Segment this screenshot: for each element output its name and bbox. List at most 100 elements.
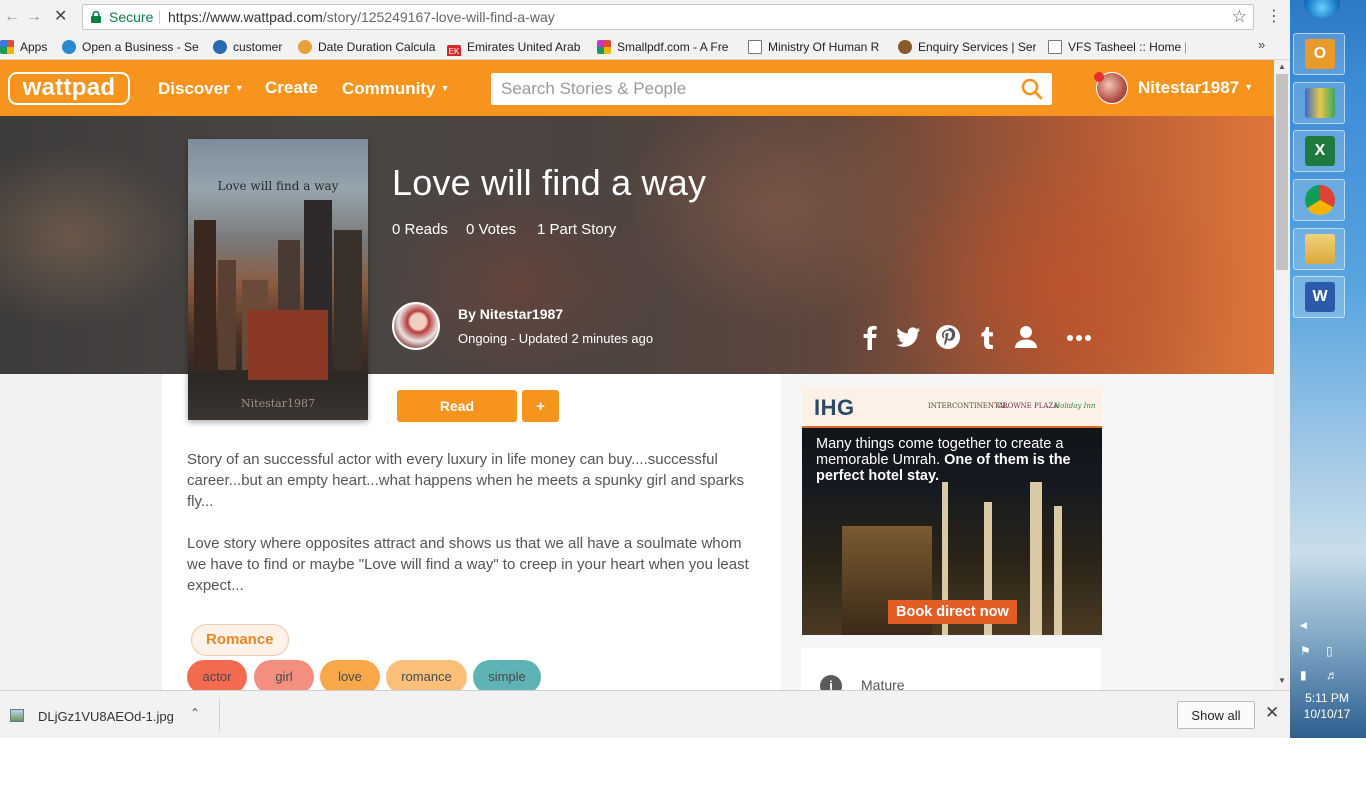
power-icon[interactable]: ▯	[1326, 644, 1333, 658]
tag-girl[interactable]: girl	[254, 660, 314, 694]
screen-bottom-margin	[0, 738, 1366, 792]
facebook-icon[interactable]	[856, 323, 884, 351]
read-button[interactable]: Read	[397, 390, 517, 422]
folder-icon	[1305, 234, 1335, 264]
bookmark-smallpdf[interactable]: Smallpdf.com - A Fre	[597, 38, 735, 56]
nav-create-label: Create	[265, 78, 318, 97]
caret-down-icon: ▼	[234, 83, 244, 93]
volume-icon[interactable]: ♬	[1326, 668, 1338, 682]
taskbar-chrome[interactable]	[1293, 179, 1345, 221]
chevron-up-icon[interactable]: ⌃	[190, 706, 200, 720]
more-icon[interactable]	[1065, 323, 1093, 351]
tag-romance[interactable]: romance	[386, 660, 467, 694]
address-bar[interactable]: Secure https://www.wattpad.com/story/125…	[82, 4, 1254, 30]
nav-create[interactable]: Create	[265, 78, 318, 98]
screen: ← → ✕ Secure https://www.wattpad.com/sto…	[0, 0, 1366, 792]
bookmark-enquiry[interactable]: Enquiry Services | Ser	[898, 38, 1036, 56]
genre-tag-romance[interactable]: Romance	[191, 624, 289, 656]
search-input[interactable]	[491, 73, 1011, 105]
page-icon	[748, 40, 762, 54]
bookmark-emirates[interactable]: EK Emirates United Arab	[447, 38, 585, 56]
bookmark-label: Ministry Of Human R	[768, 40, 880, 54]
search-icon[interactable]	[1021, 78, 1043, 100]
book-direct-button[interactable]: Book direct now	[888, 600, 1017, 624]
user-menu[interactable]: Nitestar1987 ▼	[1138, 78, 1253, 98]
ad-brand-strip: IHG INTERCONTINENTAL CROWNE PLAZA Holida…	[802, 386, 1102, 428]
ad-minaret	[1030, 482, 1042, 635]
show-all-downloads-button[interactable]: Show all	[1177, 701, 1255, 729]
download-bar: DLjGz1VU8AEOd-1.jpg ⌃ Show all ✕	[0, 690, 1290, 738]
chrome-icon	[1305, 185, 1335, 215]
leaf-icon	[62, 40, 76, 54]
tag-simple[interactable]: simple	[473, 660, 541, 694]
downloaded-file-name[interactable]: DLjGz1VU8AEOd-1.jpg	[38, 709, 174, 724]
story-title: Love will find a way	[392, 162, 707, 203]
emblem-icon	[898, 40, 912, 54]
stop-loading-icon[interactable]: ✕	[54, 8, 67, 26]
taskbar-explorer[interactable]	[1293, 228, 1345, 270]
bookmark-label: Open a Business - Se	[82, 40, 199, 54]
excel-icon: X	[1305, 136, 1335, 166]
profile-icon[interactable]	[1012, 323, 1040, 351]
smallpdf-icon	[597, 40, 611, 54]
cover-building	[218, 260, 236, 370]
chrome-menu-icon[interactable]: ⋮	[1266, 6, 1282, 26]
taskbar-outlook[interactable]: O	[1293, 33, 1345, 75]
author-avatar[interactable]	[392, 302, 440, 350]
bookmark-apps[interactable]: Apps	[0, 38, 56, 56]
scrollbar-thumb[interactable]	[1276, 74, 1288, 270]
nav-discover-label: Discover	[158, 79, 230, 98]
bookmarks-overflow-icon[interactable]: »	[1258, 37, 1265, 52]
clock-time: 5:11 PM	[1305, 691, 1349, 705]
tumblr-icon[interactable]	[973, 323, 1001, 351]
url-host: https://www.wattpad.com	[168, 9, 323, 25]
outlook-icon: O	[1305, 39, 1335, 69]
pinterest-icon[interactable]	[934, 323, 962, 351]
forward-arrow-icon[interactable]: →	[26, 8, 42, 26]
dots-icon	[298, 40, 312, 54]
bookmark-date-duration[interactable]: Date Duration Calcula	[298, 38, 436, 56]
bookmark-label: Date Duration Calcula	[318, 40, 436, 54]
bookmark-ministry[interactable]: Ministry Of Human R	[748, 38, 886, 56]
browser-toolbar: ← → ✕ Secure https://www.wattpad.com/sto…	[0, 0, 1290, 34]
tray-expand-icon[interactable]: ◀	[1300, 620, 1307, 631]
bookmark-label: Emirates United Arab	[467, 40, 581, 54]
caret-down-icon: ▼	[440, 83, 450, 93]
notification-dot	[1094, 72, 1104, 82]
bookmark-customer[interactable]: customer	[213, 38, 293, 56]
bar-chart-icon	[1305, 88, 1335, 118]
tag-love[interactable]: love	[320, 660, 380, 694]
omnibox-separator	[159, 10, 160, 24]
bookmark-vfs[interactable]: VFS Tasheel :: Home |	[1048, 38, 1186, 56]
scroll-up-arrow-icon[interactable]: ▲	[1278, 62, 1286, 71]
twitter-icon[interactable]	[894, 323, 922, 351]
image-file-icon	[10, 709, 24, 722]
bookmark-star-icon[interactable]: ☆	[1232, 5, 1247, 29]
story-cover[interactable]: Love will find a way Nitestar1987	[188, 139, 368, 420]
bookmark-open-business[interactable]: Open a Business - Se	[62, 38, 200, 56]
story-status: Ongoing - Updated 2 minutes ago	[458, 331, 654, 346]
wattpad-logo[interactable]: wattpad	[8, 72, 130, 105]
ek-icon: EK	[447, 45, 461, 56]
site-header: wattpad Discover ▼ Create Community ▼ Nite…	[0, 60, 1274, 116]
ad-brand-intercontinental: INTERCONTINENTAL	[928, 402, 1008, 410]
lock-icon	[91, 11, 101, 23]
back-arrow-icon[interactable]: ←	[4, 8, 20, 26]
add-to-library-button[interactable]: +	[522, 390, 559, 422]
taskbar-word[interactable]: W	[1293, 276, 1345, 318]
taskbar-chart-app[interactable]	[1293, 82, 1345, 124]
taskbar-clock[interactable]: 5:11 PM 10/10/17	[1292, 690, 1362, 722]
nav-discover[interactable]: Discover ▼	[158, 78, 244, 99]
author-name[interactable]: By Nitestar1987	[458, 306, 563, 322]
taskbar-excel[interactable]: X	[1293, 130, 1345, 172]
bookmark-label: Apps	[20, 40, 48, 54]
scroll-down-arrow-icon[interactable]: ▼	[1278, 676, 1286, 685]
action-center-flag-icon[interactable]: ⚑	[1300, 644, 1311, 658]
nav-community[interactable]: Community ▼	[342, 78, 449, 99]
bookmark-label: Enquiry Services | Ser	[918, 40, 1036, 54]
clock-date: 10/10/17	[1303, 707, 1351, 721]
tag-actor[interactable]: actor	[187, 660, 247, 694]
hotel-advertisement[interactable]: IHG INTERCONTINENTAL CROWNE PLAZA Holida…	[802, 386, 1102, 635]
network-icon[interactable]: ▮	[1300, 668, 1307, 682]
close-icon[interactable]: ✕	[1265, 703, 1279, 723]
